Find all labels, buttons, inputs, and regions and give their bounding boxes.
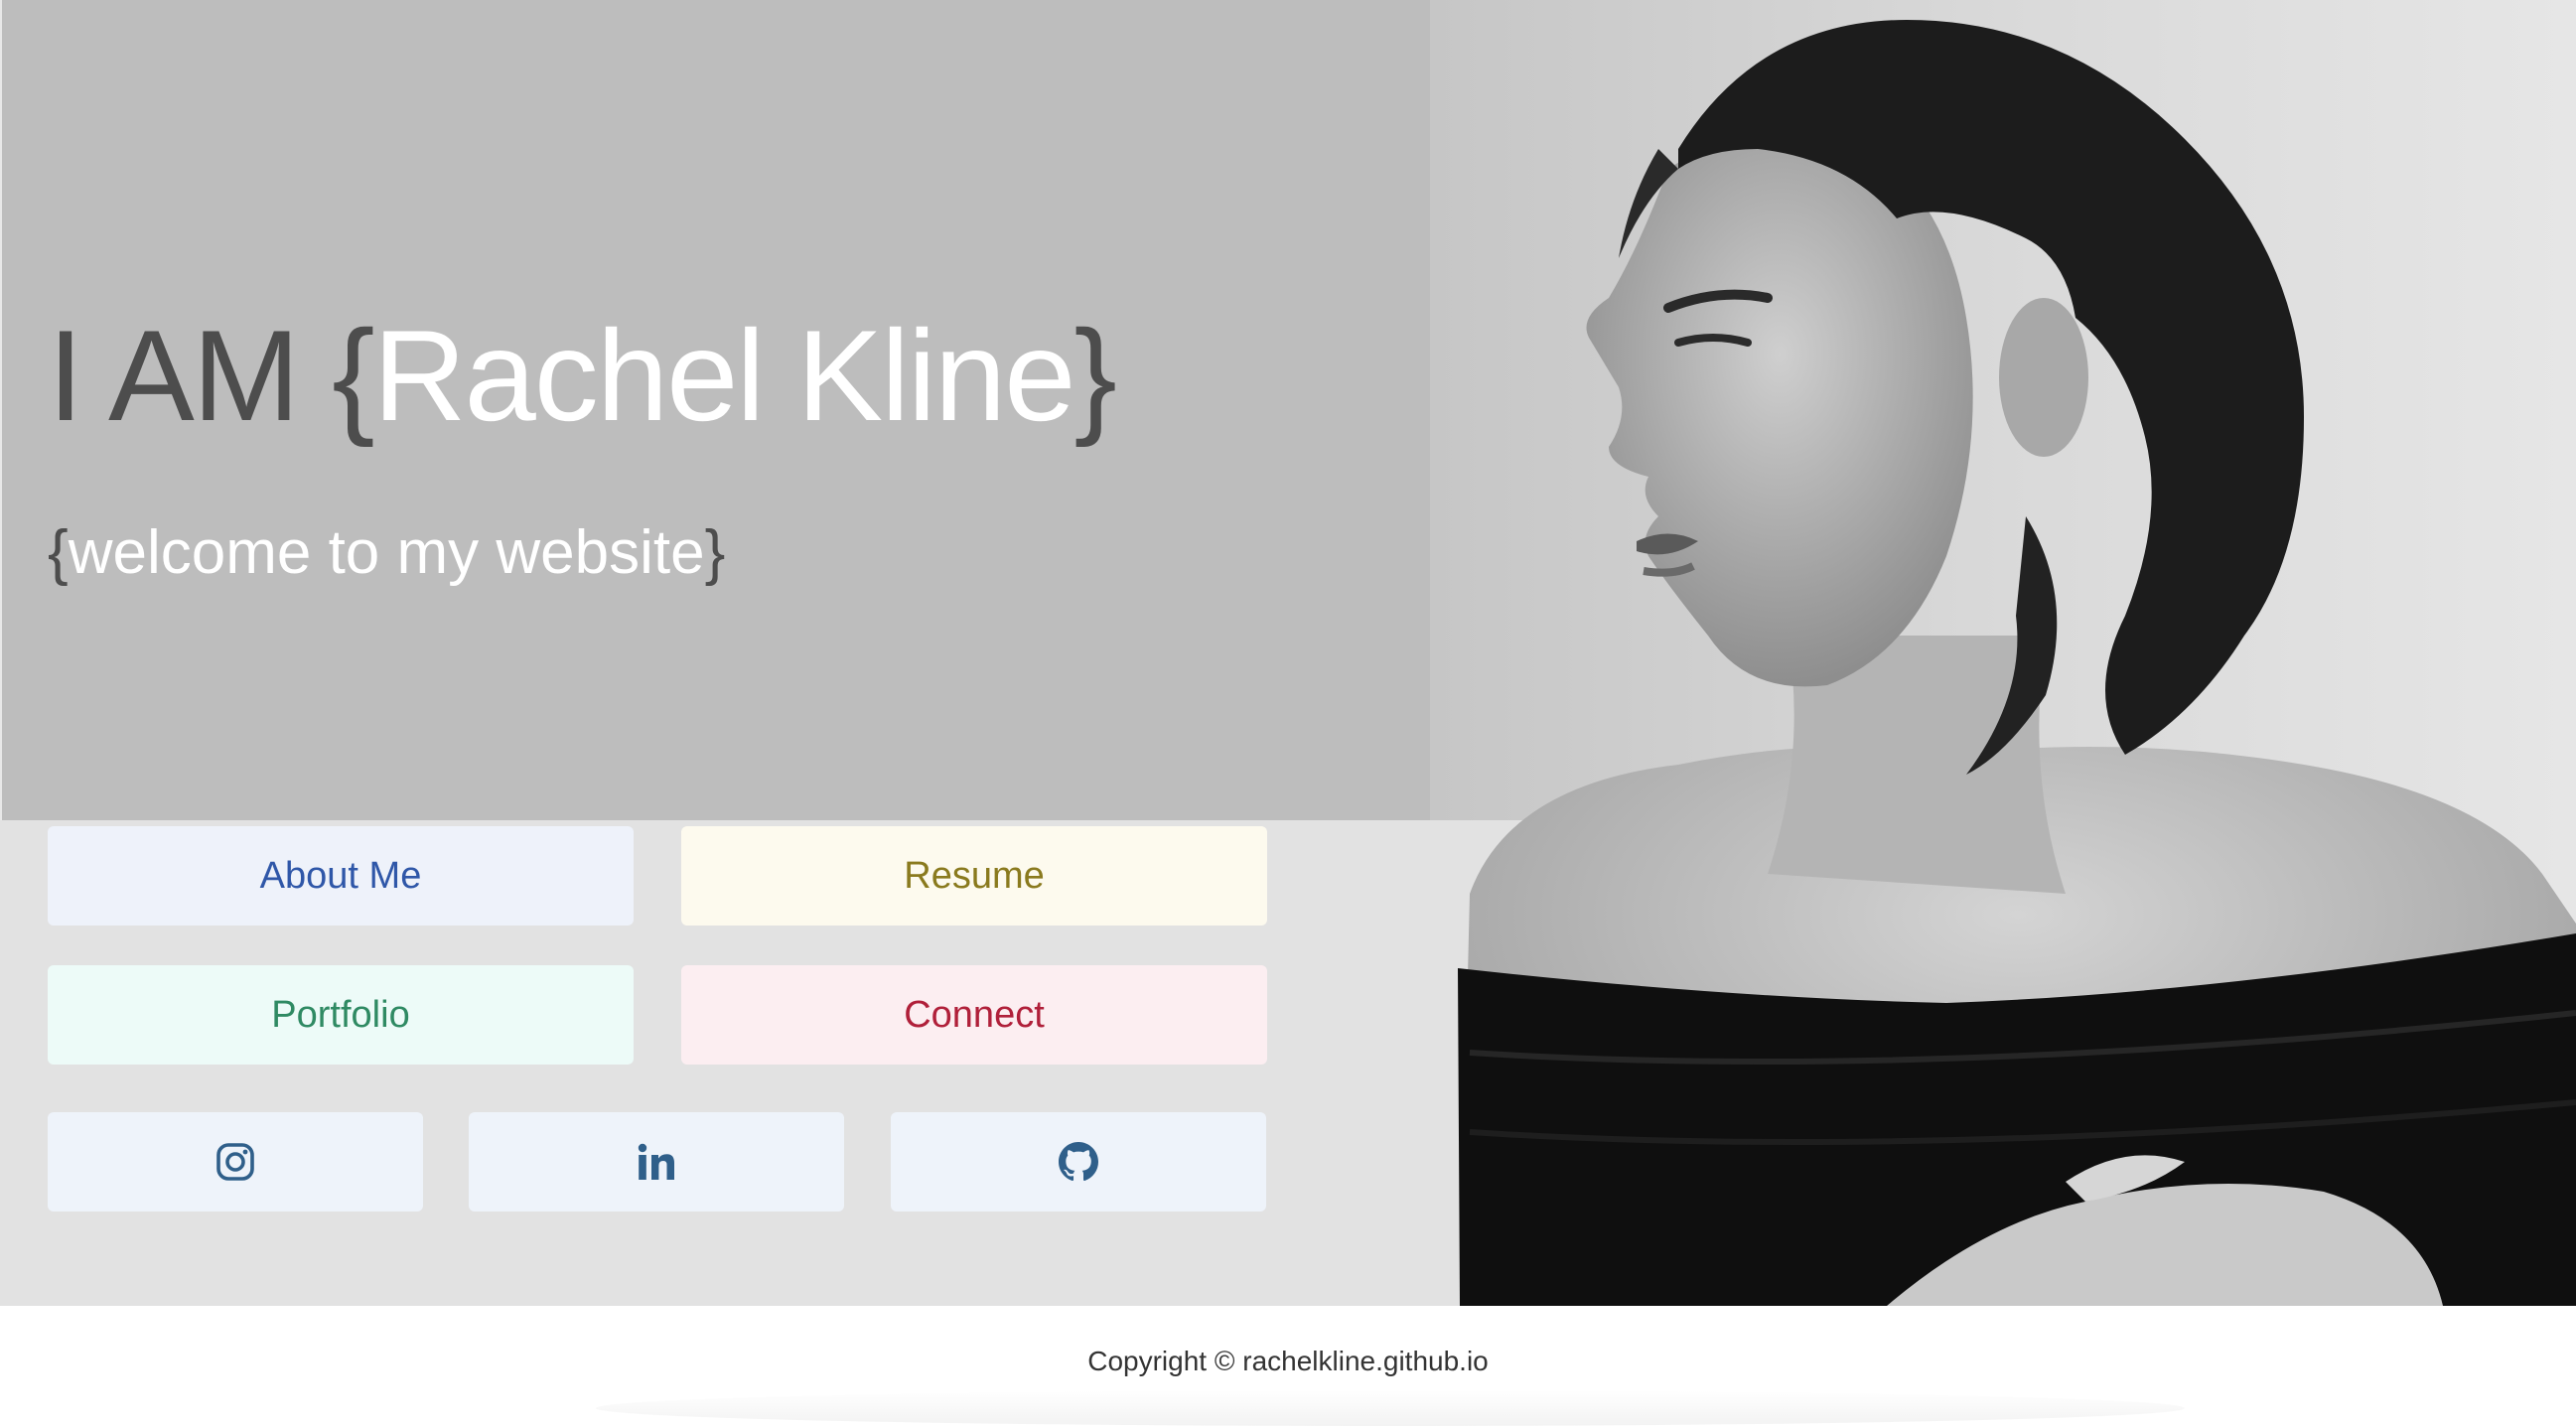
- hero-left-edge: [0, 0, 2, 820]
- subtitle-open-brace: {: [48, 518, 69, 587]
- title-open-brace: {: [332, 303, 374, 448]
- hero-section: I AM {Rachel Kline} {welcome to my websi…: [0, 0, 2576, 1306]
- hero-title: I AM {Rachel Kline}: [48, 298, 1117, 453]
- github-icon: [1059, 1142, 1098, 1182]
- page: I AM {Rachel Kline} {welcome to my websi…: [0, 0, 2576, 1426]
- hero-subtitle: {welcome to my website}: [48, 516, 725, 590]
- linkedin-button[interactable]: [469, 1112, 844, 1212]
- linkedin-icon: [638, 1143, 674, 1180]
- title-name: Rachel Kline: [372, 303, 1076, 448]
- title-close-brace: }: [1073, 303, 1116, 448]
- resume-button[interactable]: Resume: [681, 826, 1267, 926]
- title-prefix: I AM: [48, 303, 300, 448]
- instagram-button[interactable]: [48, 1112, 423, 1212]
- portfolio-button[interactable]: Portfolio: [48, 965, 634, 1065]
- subtitle-text: welcome to my website: [68, 518, 705, 587]
- connect-button[interactable]: Connect: [681, 965, 1267, 1065]
- about-me-button[interactable]: About Me: [48, 826, 634, 926]
- subtitle-close-brace: }: [704, 518, 726, 587]
- profile-photo-image: [1430, 0, 2576, 1306]
- instagram-icon: [216, 1143, 254, 1181]
- github-button[interactable]: [891, 1112, 1266, 1212]
- footer-copyright: Copyright © rachelkline.github.io: [1087, 1346, 1489, 1376]
- footer-shadow: [596, 1390, 2185, 1426]
- profile-photo: [1430, 0, 2576, 1306]
